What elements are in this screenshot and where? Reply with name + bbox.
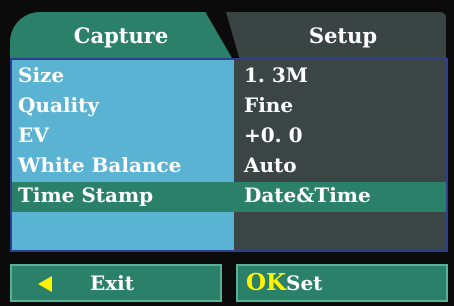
camera-menu-screen: Capture Setup Size 1. 3M Quality Fine EV… xyxy=(0,0,454,306)
menu-value-size: 1. 3M xyxy=(244,63,308,87)
menu-label-quality: Quality xyxy=(18,93,99,117)
menu-value-white-balance: Auto xyxy=(244,153,297,177)
menu-row-time-stamp[interactable]: Time Stamp Date&Time xyxy=(12,182,446,212)
settings-menu: Size 1. 3M Quality Fine EV +0. 0 White B… xyxy=(10,58,448,252)
left-arrow-icon xyxy=(38,276,52,292)
menu-row-quality[interactable]: Quality Fine xyxy=(12,92,446,122)
menu-value-quality: Fine xyxy=(244,93,294,117)
menu-row-white-balance[interactable]: White Balance Auto xyxy=(12,152,446,182)
tab-capture-label: Capture xyxy=(73,22,169,48)
menu-label-time-stamp: Time Stamp xyxy=(18,183,154,207)
tab-capture[interactable]: Capture xyxy=(10,12,232,58)
set-label: Set xyxy=(286,271,323,295)
tab-setup-label: Setup xyxy=(308,22,378,48)
menu-value-ev: +0. 0 xyxy=(244,123,303,147)
exit-label: Exit xyxy=(90,271,135,295)
exit-button[interactable]: Exit xyxy=(10,264,222,302)
menu-label-white-balance: White Balance xyxy=(18,153,182,177)
ok-set-button[interactable]: OK Set xyxy=(236,264,448,302)
menu-value-time-stamp: Date&Time xyxy=(244,183,371,207)
menu-label-size: Size xyxy=(18,63,65,87)
menu-row-size[interactable]: Size 1. 3M xyxy=(12,62,446,92)
ok-key-label: OK xyxy=(246,269,287,296)
menu-label-ev: EV xyxy=(18,123,49,147)
tab-setup[interactable]: Setup xyxy=(226,12,446,58)
menu-row-ev[interactable]: EV +0. 0 xyxy=(12,122,446,152)
